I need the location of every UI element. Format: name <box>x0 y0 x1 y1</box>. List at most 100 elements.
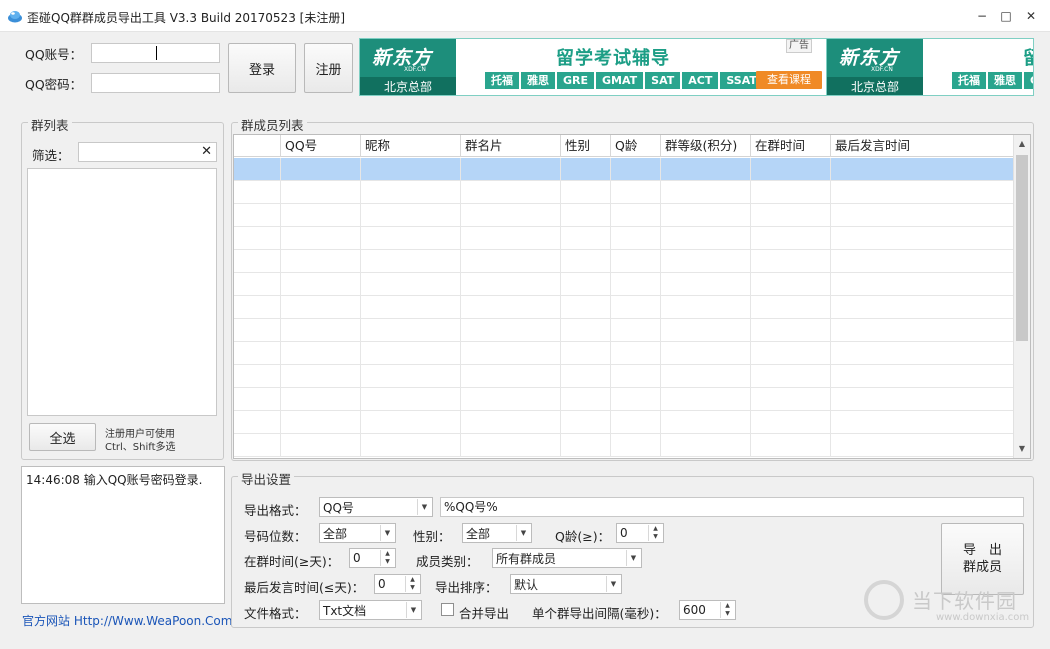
table-cell <box>661 250 751 273</box>
table-row[interactable] <box>234 434 1014 457</box>
table-cell <box>281 365 361 388</box>
official-site-link[interactable]: 官方网站 Http://Www.WeaPoon.Com <box>22 612 232 629</box>
stepper-arrows-icon[interactable]: ▲ ▼ <box>720 602 734 618</box>
member-table-scrollbar[interactable]: ▲ ▼ <box>1013 135 1030 458</box>
table-cell <box>234 365 281 388</box>
login-button[interactable]: 登录 <box>228 43 296 93</box>
log-box[interactable]: 14:46:08 输入QQ账号密码登录. <box>21 466 225 604</box>
table-row[interactable] <box>234 227 1014 250</box>
chevron-down-icon: ▼ <box>516 525 530 541</box>
table-cell <box>611 388 661 411</box>
table-cell <box>281 204 361 227</box>
table-row[interactable] <box>234 181 1014 204</box>
minimize-button[interactable]: − <box>970 6 994 26</box>
table-cell <box>234 273 281 296</box>
scroll-down-icon[interactable]: ▼ <box>1014 440 1030 458</box>
table-cell <box>831 411 1014 434</box>
select-all-button[interactable]: 全选 <box>29 423 96 451</box>
table-cell <box>561 250 611 273</box>
file-format-label: 文件格式： <box>244 606 307 621</box>
group-list-title: 群列表 <box>28 115 72 134</box>
table-cell <box>611 273 661 296</box>
table-cell <box>751 388 831 411</box>
table-cell <box>751 296 831 319</box>
filter-input[interactable]: ✕ <box>78 142 217 162</box>
scroll-up-icon[interactable]: ▲ <box>1014 135 1030 153</box>
qage-label: Q龄(≥)： <box>555 529 611 544</box>
table-row[interactable] <box>234 319 1014 342</box>
export-format-select[interactable]: QQ号 ▼ <box>319 497 433 517</box>
table-row[interactable] <box>234 388 1014 411</box>
qq-account-input[interactable] <box>91 43 220 63</box>
table-cell <box>234 411 281 434</box>
table-cell <box>234 434 281 457</box>
column-header-index[interactable] <box>234 135 281 157</box>
column-header-gender[interactable]: 性别 <box>561 135 611 157</box>
column-header-qage[interactable]: Q龄 <box>611 135 661 157</box>
table-cell <box>361 158 461 181</box>
ad-badge: 广告 <box>786 39 812 53</box>
maximize-button[interactable]: □ <box>994 6 1018 26</box>
scrollbar-thumb[interactable] <box>1016 155 1028 341</box>
ad-cta-button[interactable]: 查看课程 <box>756 71 822 89</box>
table-row[interactable] <box>234 342 1014 365</box>
table-cell <box>561 342 611 365</box>
table-row[interactable] <box>234 273 1014 296</box>
export-format-label: 导出格式： <box>244 503 307 518</box>
merge-export-checkbox[interactable] <box>441 603 454 616</box>
column-header-join-time[interactable]: 在群时间 <box>751 135 831 157</box>
column-header-card[interactable]: 群名片 <box>461 135 561 157</box>
table-row[interactable] <box>234 365 1014 388</box>
column-header-nickname[interactable]: 昵称 <box>361 135 461 157</box>
table-cell <box>361 319 461 342</box>
register-button[interactable]: 注册 <box>304 43 353 93</box>
last-speak-stepper[interactable]: 0 ▲ ▼ <box>374 574 421 594</box>
column-header-level[interactable]: 群等级(积分) <box>661 135 751 157</box>
last-speak-label: 最后发言时间(≤天)： <box>244 580 365 595</box>
group-listbox[interactable] <box>27 168 217 416</box>
table-cell <box>751 342 831 365</box>
file-format-value: Txt文档 <box>323 603 367 618</box>
table-row[interactable] <box>234 411 1014 434</box>
table-cell <box>461 273 561 296</box>
table-cell <box>751 273 831 296</box>
column-header-last-speak[interactable]: 最后发言时间 <box>831 135 1014 157</box>
sort-select[interactable]: 默认 ▼ <box>510 574 622 594</box>
stepper-arrows-icon[interactable]: ▲ ▼ <box>380 550 394 566</box>
digits-select[interactable]: 全部 ▼ <box>319 523 396 543</box>
table-row[interactable] <box>234 250 1014 273</box>
table-cell <box>661 204 751 227</box>
interval-stepper[interactable]: 600 ▲ ▼ <box>679 600 736 620</box>
stepper-arrows-icon[interactable]: ▲ ▼ <box>648 525 662 541</box>
table-cell <box>751 319 831 342</box>
ad-tag: 托福 <box>952 72 986 89</box>
official-site-url: Http://Www.WeaPoon.Com <box>73 614 233 628</box>
table-row[interactable] <box>234 158 1014 181</box>
table-row[interactable] <box>234 204 1014 227</box>
table-cell <box>361 388 461 411</box>
qage-stepper[interactable]: 0 ▲ ▼ <box>616 523 664 543</box>
table-cell <box>361 204 461 227</box>
table-cell <box>561 273 611 296</box>
clear-filter-icon[interactable]: ✕ <box>201 144 212 159</box>
gender-select[interactable]: 全部 ▼ <box>462 523 532 543</box>
export-template-input[interactable]: %QQ号% <box>440 497 1024 517</box>
ad-banner-secondary[interactable]: 新东方 XDF.CN 北京总部 留 托福 雅思 G <box>827 38 1034 96</box>
member-table[interactable]: QQ号 昵称 群名片 性别 Q龄 群等级(积分) 在群时间 最后发言时间 ▲ ▼ <box>233 134 1031 459</box>
ad-banner[interactable]: 新东方 XDF.CN 北京总部 留学考试辅导 托福 雅思 GRE GMAT SA… <box>359 38 827 96</box>
close-button[interactable]: ✕ <box>1019 6 1043 26</box>
column-header-qq[interactable]: QQ号 <box>281 135 361 157</box>
chevron-down-icon: ▼ <box>406 602 420 618</box>
qq-password-input[interactable] <box>91 73 220 93</box>
table-cell <box>751 434 831 457</box>
ingroup-stepper[interactable]: 0 ▲ ▼ <box>349 548 396 568</box>
stepper-arrows-icon[interactable]: ▲ ▼ <box>405 576 419 592</box>
last-speak-value: 0 <box>378 577 386 591</box>
table-cell <box>661 181 751 204</box>
member-type-select[interactable]: 所有群成员 ▼ <box>492 548 642 568</box>
file-format-select[interactable]: Txt文档 ▼ <box>319 600 422 620</box>
watermark-text: 当下软件园 <box>912 589 1017 613</box>
table-row[interactable] <box>234 296 1014 319</box>
table-cell <box>461 181 561 204</box>
ad-domain: XDF.CN <box>404 66 426 73</box>
